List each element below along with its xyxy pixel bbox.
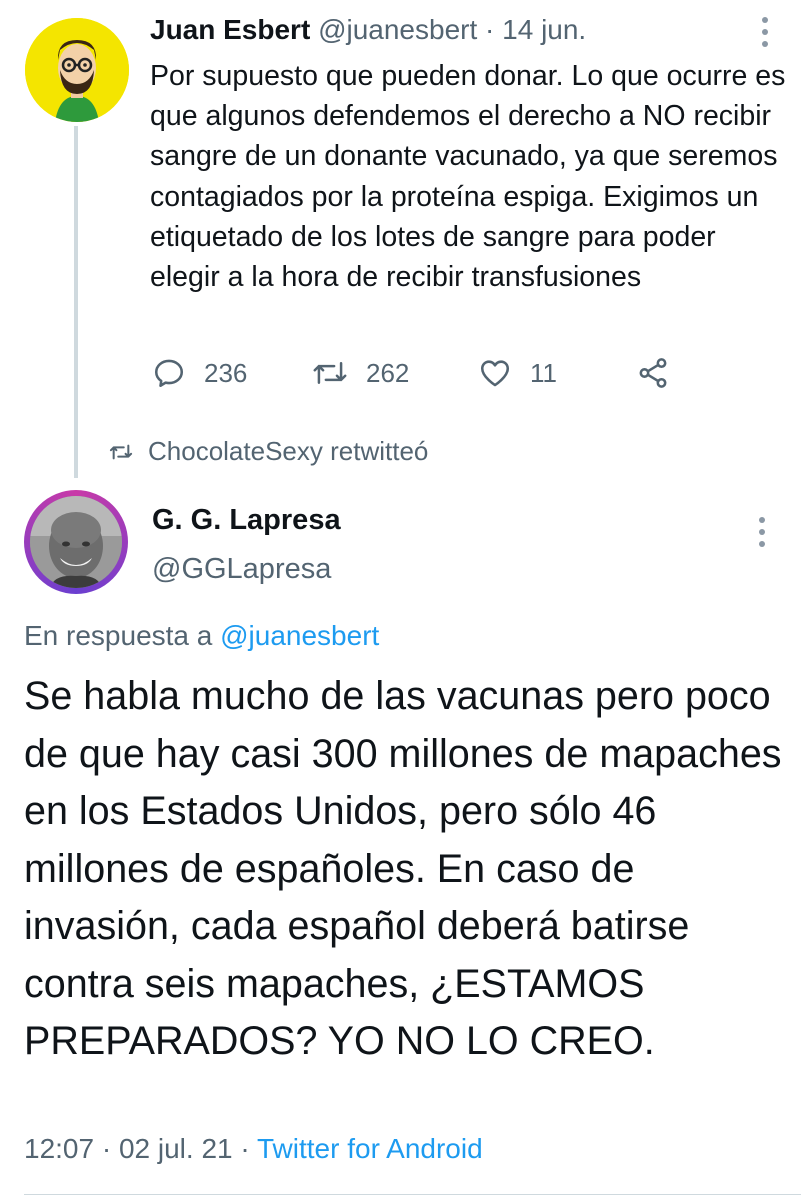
like-count: 11 [530,357,557,388]
share-icon [639,358,667,388]
tweet1-text: Por supuesto que pueden donar. Lo que oc… [150,60,786,294]
reply-prefix: En respuesta a [24,620,221,651]
tweet2-footer: 12:07 · 02 jul. 21 · Twitter for Android [24,1133,483,1165]
tweet1-more-icon[interactable] [755,12,775,52]
tweet2-text: Se habla mucho de las vacunas pero poco … [24,674,782,1063]
person-photo-icon [30,496,122,588]
tweet2-more-icon[interactable] [752,512,772,552]
reply-icon [154,359,184,388]
share-button[interactable] [636,356,688,390]
tweet2-separator-1: · [94,1133,119,1164]
tweet2-source-link[interactable]: Twitter for Android [257,1133,483,1164]
tweet2-separator-2: · [232,1133,257,1164]
avatar-juan-esbert[interactable] [25,18,129,122]
like-button[interactable]: 11 [478,356,557,390]
tweet2-author-handle[interactable]: @GGLapresa [152,553,331,586]
tweet2-author-name[interactable]: G. G. Lapresa [152,504,341,537]
avatar-gg-lapresa[interactable] [24,490,128,594]
photo-avatar [30,496,122,588]
thread-connector-line [74,126,78,478]
retweet-context[interactable]: ChocolateSexy retwitteó [108,436,428,467]
retweet-context-icon [109,444,133,459]
reply-count: 236 [204,357,248,388]
bottom-divider [24,1194,801,1195]
retweet-count: 262 [366,357,410,388]
reply-context: En respuesta a @juanesbert [24,620,379,652]
reply-to-handle-link[interactable]: @juanesbert [220,620,379,651]
retweet-icon [313,362,347,384]
tweet1-author-handle[interactable]: @juanesbert [318,14,477,45]
tweet1-header: Juan Esbert @juanesbert · 14 jun. [150,14,586,46]
tweet1-author-name[interactable]: Juan Esbert [150,14,310,45]
reply-button[interactable]: 236 [152,356,247,390]
tweet1-date[interactable]: 14 jun. [502,14,586,45]
tweet2-date[interactable]: 02 jul. 21 [119,1133,233,1164]
cartoon-avatar-icon [25,18,129,122]
tweet1-separator: · [477,14,503,45]
like-icon [480,360,510,387]
retweet-button[interactable]: 262 [312,356,409,390]
retweet-context-label: ChocolateSexy retwitteó [148,436,429,466]
tweet2-time[interactable]: 12:07 [24,1133,94,1164]
